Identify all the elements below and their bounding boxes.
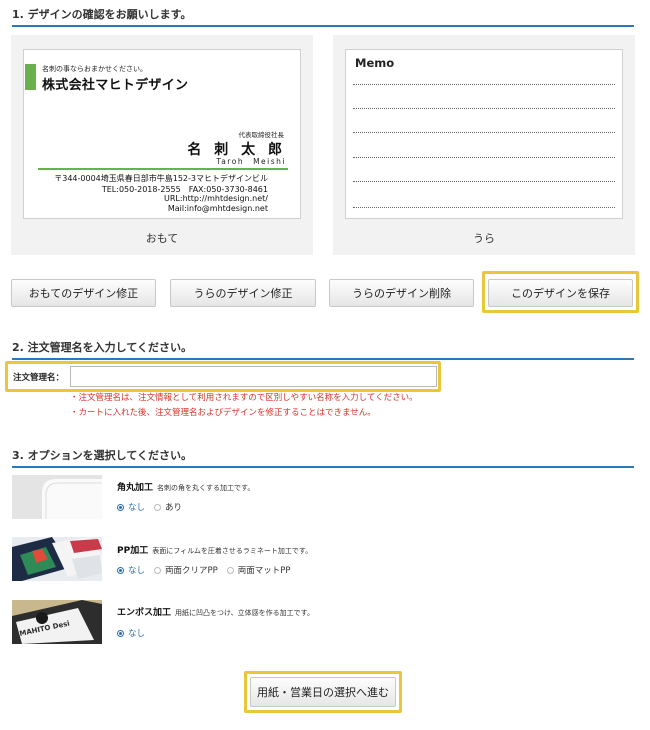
- radio-checked-icon: [117, 503, 124, 511]
- radio-checked-icon: [117, 566, 124, 574]
- option-name: エンボス加工: [117, 608, 172, 618]
- back-label: うら: [473, 232, 495, 245]
- edit-front-design-button[interactable]: おもてのデザイン修正: [11, 279, 156, 307]
- option-description: 用紙に凹凸をつけ、立体感を作る加工です。: [175, 609, 314, 617]
- rounded-corner-radio-group: なし あり: [117, 501, 191, 513]
- radio-rounded-yes[interactable]: あり: [154, 501, 182, 513]
- memo-title: Memo: [355, 56, 395, 70]
- card-position: 代表取締役社長: [238, 131, 285, 139]
- memo-line: [353, 84, 615, 85]
- card-person-name-roman: Taroh Meishi: [216, 157, 286, 166]
- rounded-corner-thumbnail: [12, 475, 102, 519]
- edit-back-design-button[interactable]: うらのデザイン修正: [170, 279, 316, 307]
- option-name: PP加工: [117, 546, 149, 556]
- back-preview-panel: Memo うら: [333, 35, 635, 255]
- option-emboss: エンボス加工 用紙に凹凸をつけ、立体感を作る加工です。: [117, 605, 314, 618]
- radio-unchecked-icon: [154, 503, 162, 511]
- memo-line: [353, 207, 615, 208]
- emboss-thumbnail: MAHITO Desi: [12, 600, 102, 644]
- emboss-radio-group: なし: [117, 627, 154, 639]
- order-name-label: 注文管理名：: [13, 373, 65, 383]
- memo-line: [353, 157, 615, 158]
- card-accent-bar: [25, 64, 36, 90]
- order-name-input[interactable]: [70, 366, 437, 387]
- radio-unchecked-icon: [154, 566, 162, 574]
- radio-pp-clear[interactable]: 両面クリアPP: [154, 564, 218, 576]
- card-company-name: 株式会社マヒトデザイン: [42, 78, 189, 93]
- card-mail: Mail:info@mhtdesign.net: [167, 204, 268, 213]
- order-name-note: ・注文管理名は、注文情報として利用されますので区別しやすい名称を入力してください…: [70, 393, 418, 403]
- pp-lamination-thumbnail: [12, 537, 102, 581]
- next-paper-date-button[interactable]: 用紙・営業日の選択へ進む: [250, 677, 396, 707]
- radio-unchecked-icon: [226, 566, 234, 574]
- front-preview-panel: 名刺の事ならおまかせください。 株式会社マヒトデザイン 代表取締役社長 名 刺 …: [11, 35, 313, 255]
- option-pp-lamination: PP加工 表面にフィルムを圧着させるラミネート加工です。: [117, 543, 312, 556]
- order-name-note: ・カートに入れた後、注文管理名およびデザインを修正することはできません。: [70, 408, 376, 418]
- radio-checked-icon: [117, 629, 124, 637]
- option-name: 角丸加工: [117, 483, 154, 493]
- option-description: 名刺の角を丸くする加工です。: [157, 484, 255, 492]
- section-title-options: 3. オプションを選択してください。: [12, 447, 634, 468]
- business-card-front: 名刺の事ならおまかせください。 株式会社マヒトデザイン 代表取締役社長 名 刺 …: [23, 49, 301, 219]
- save-design-button[interactable]: このデザインを保存: [488, 279, 633, 307]
- business-card-back: Memo: [345, 49, 623, 219]
- card-divider: [38, 168, 288, 170]
- card-address: 〒344-0004埼玉県春日部市牛島152-3マヒトデザインビル: [54, 174, 268, 183]
- card-url: URL:http://mhtdesign.net/: [164, 194, 268, 203]
- option-description: 表面にフィルムを圧着させるラミネート加工です。: [152, 547, 313, 555]
- front-label: おもて: [145, 232, 179, 245]
- memo-line: [353, 132, 615, 133]
- card-tagline: 名刺の事ならおまかせください。: [42, 65, 147, 73]
- radio-rounded-none[interactable]: なし: [117, 501, 145, 513]
- radio-pp-none[interactable]: なし: [117, 564, 145, 576]
- option-rounded-corner: 角丸加工 名刺の角を丸くする加工です。: [117, 480, 254, 493]
- radio-emboss-none[interactable]: なし: [117, 627, 145, 639]
- section-title-design-check: 1. デザインの確認をお願いします。: [12, 6, 634, 27]
- pp-lamination-radio-group: なし 両面クリアPP 両面マットPP: [117, 564, 300, 576]
- memo-line: [353, 181, 615, 182]
- memo-line: [353, 108, 615, 109]
- delete-back-design-button[interactable]: うらのデザイン削除: [329, 279, 474, 307]
- section-title-order-name: 2. 注文管理名を入力してください。: [12, 339, 634, 360]
- radio-pp-matte[interactable]: 両面マットPP: [226, 564, 291, 576]
